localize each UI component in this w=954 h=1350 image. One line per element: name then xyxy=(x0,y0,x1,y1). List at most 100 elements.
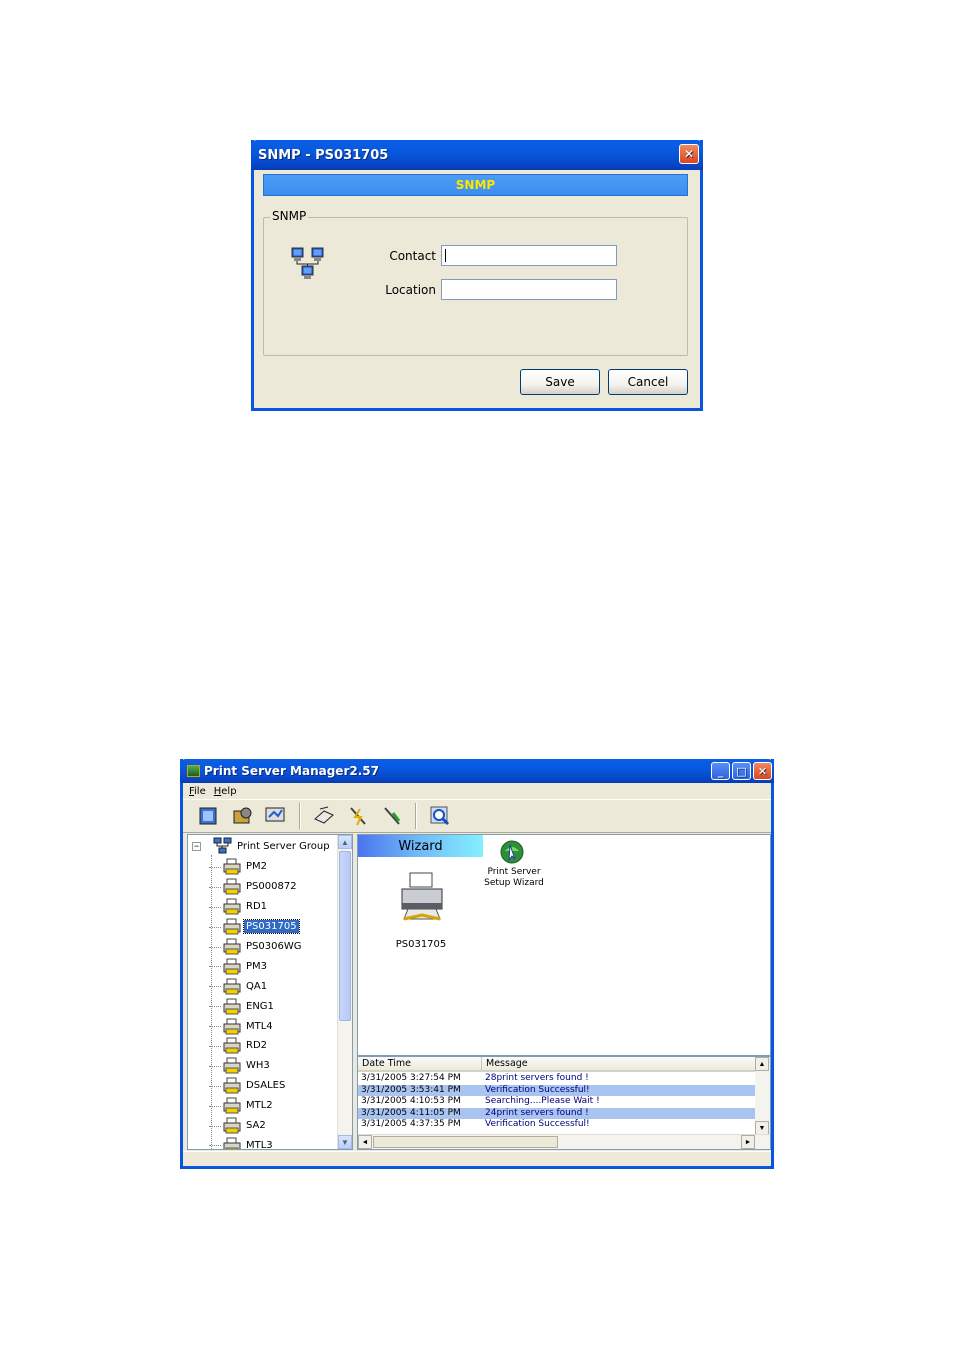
tree-item[interactable]: MTL3 xyxy=(209,1135,303,1149)
scroll-down-icon[interactable]: ▼ xyxy=(755,1121,769,1135)
setup-wizard-button[interactable] xyxy=(499,839,524,864)
psm-close-button[interactable]: ✕ xyxy=(753,762,772,780)
scroll-up-icon[interactable]: ▲ xyxy=(755,1057,769,1071)
tree-item-label: PM2 xyxy=(246,861,268,873)
tree-item[interactable]: ENG1 xyxy=(209,996,303,1016)
column-header-date[interactable]: Date Time xyxy=(358,1057,482,1070)
menu-help[interactable]: Help xyxy=(214,786,237,797)
log-vertical-scrollbar[interactable]: ▲ ▼ xyxy=(755,1057,770,1135)
tree-item[interactable]: SA2 xyxy=(209,1116,303,1136)
log-row[interactable]: 3/31/2005 3:53:41 PM Verification Success… xyxy=(358,1084,756,1097)
scroll-up-icon[interactable]: ▲ xyxy=(338,835,352,849)
close-button[interactable]: ✕ xyxy=(679,144,699,164)
tree-connector xyxy=(209,926,221,928)
server-tree[interactable]: − Print Server Group PM2 PS000872 RD1 PS031… xyxy=(187,834,353,1150)
tree-scrollbar[interactable]: ▲ ▼ xyxy=(337,835,352,1149)
log-row[interactable]: 3/31/2005 4:37:35 PM Verification Success… xyxy=(358,1119,756,1131)
log-message: 24print servers found ! xyxy=(485,1107,589,1118)
device-label: PS031705 xyxy=(395,939,447,950)
menu-bar: File Help xyxy=(183,783,771,799)
tree-item[interactable]: MTL2 xyxy=(209,1096,303,1116)
location-label: Location xyxy=(385,283,436,297)
log-time: 3/31/2005 4:37:35 PM xyxy=(361,1119,461,1130)
print-server-icon xyxy=(223,1097,241,1114)
print-server-icon xyxy=(223,898,241,915)
toolbar-search-button[interactable] xyxy=(425,803,455,829)
message-log[interactable]: Date Time Message 3/31/2005 3:27:54 PM 28… xyxy=(357,1056,771,1150)
tree-connector xyxy=(209,1085,221,1087)
psm-window-title: Print Server Manager2.57 xyxy=(204,764,379,778)
log-message: Verification Successful! xyxy=(485,1084,590,1095)
toolbar-connect-button[interactable] xyxy=(343,803,373,829)
tree-item[interactable]: DSALES xyxy=(209,1076,303,1096)
wizard-tab[interactable]: Wizard xyxy=(358,835,483,857)
tree-scroll-thumb[interactable] xyxy=(339,851,351,1021)
contact-input[interactable] xyxy=(441,245,617,266)
close-icon: ✕ xyxy=(683,147,695,161)
toolbar-monitor-button[interactable] xyxy=(261,803,291,829)
device-view: Wizard PS031705 Print Server Setup Wizar… xyxy=(357,834,771,1056)
print-server-icon xyxy=(223,998,241,1015)
tree-item-label: RD1 xyxy=(246,901,268,913)
toolbar-disconnect-button[interactable] xyxy=(377,803,407,829)
tree-connector xyxy=(209,886,221,888)
tree-connector xyxy=(209,1125,221,1127)
tree-root[interactable]: − Print Server Group xyxy=(192,837,330,855)
log-row[interactable]: 3/31/2005 4:10:53 PM Searching....Please … xyxy=(358,1096,756,1108)
tree-item[interactable]: MTL4 xyxy=(209,1016,303,1036)
tree-connector xyxy=(209,1006,221,1008)
print-server-device[interactable] xyxy=(396,871,448,926)
toolbar-printer-config-button[interactable] xyxy=(309,803,339,829)
minimize-icon: _ xyxy=(717,764,724,778)
maximize-button[interactable]: □ xyxy=(732,762,751,780)
toolbar-setup-button[interactable] xyxy=(227,803,257,829)
log-horizontal-scrollbar[interactable]: ◄ ► xyxy=(358,1134,770,1149)
print-server-icon xyxy=(223,1057,241,1074)
log-rows: 3/31/2005 3:27:54 PM 28print servers foun… xyxy=(358,1073,756,1131)
print-server-icon xyxy=(223,918,241,935)
snmp-banner: SNMP xyxy=(263,174,688,196)
tree-connector xyxy=(209,906,221,908)
tree-item[interactable]: QA1 xyxy=(209,976,303,996)
tree-connector xyxy=(209,1145,221,1147)
snmp-dialog-title: SNMP - PS031705 xyxy=(258,147,389,163)
print-server-icon xyxy=(223,1117,241,1134)
tree-item-label: ENG1 xyxy=(246,1000,274,1012)
close-icon: ✕ xyxy=(757,764,768,778)
scroll-left-icon[interactable]: ◄ xyxy=(358,1135,372,1149)
scroll-down-icon[interactable]: ▼ xyxy=(338,1135,352,1149)
wizard-icon xyxy=(500,840,524,864)
tree-list: PM2 PS000872 RD1 PS031705 PS0306WG PM3 QA1 ENG1… xyxy=(209,857,303,1149)
column-header-message[interactable]: Message xyxy=(482,1057,756,1070)
tree-item[interactable]: RD1 xyxy=(209,897,303,917)
tree-item[interactable]: RD2 xyxy=(209,1036,303,1056)
tree-item-label: RD2 xyxy=(246,1040,268,1052)
log-message: 28print servers found ! xyxy=(485,1073,589,1083)
log-row[interactable]: 3/31/2005 4:11:05 PM 24print servers foun… xyxy=(358,1107,756,1120)
snmp-dialog-title-bar[interactable]: SNMP - PS031705 ✕ xyxy=(251,140,703,170)
status-bar xyxy=(183,1151,771,1166)
cancel-button[interactable]: Cancel xyxy=(608,369,688,395)
menu-file[interactable]: File xyxy=(189,786,206,797)
tree-item[interactable]: WH3 xyxy=(209,1056,303,1076)
toolbar-properties-button[interactable] xyxy=(193,803,223,829)
tree-item[interactable]: PS031705 xyxy=(209,917,303,937)
minimize-button[interactable]: _ xyxy=(711,762,730,780)
tree-item[interactable]: PS000872 xyxy=(209,877,303,897)
log-row[interactable]: 3/31/2005 3:27:54 PM 28print servers foun… xyxy=(358,1073,756,1085)
network-computers-icon xyxy=(290,246,326,285)
tree-item[interactable]: PM2 xyxy=(209,857,303,877)
log-scroll-thumb[interactable] xyxy=(373,1136,558,1148)
tree-collapse-icon[interactable]: − xyxy=(192,841,201,851)
setup-icon xyxy=(233,807,252,824)
print-server-icon xyxy=(223,858,241,875)
tree-item[interactable]: PS0306WG xyxy=(209,937,303,957)
printer-icon xyxy=(401,872,443,921)
location-input[interactable] xyxy=(441,279,617,300)
scroll-right-icon[interactable]: ► xyxy=(741,1135,755,1149)
disconnect-icon xyxy=(384,807,401,825)
save-button[interactable]: Save xyxy=(520,369,600,395)
tree-item[interactable]: PM3 xyxy=(209,956,303,976)
psm-title-bar[interactable]: Print Server Manager2.57 _ □ ✕ xyxy=(180,759,774,783)
server-group-icon xyxy=(213,837,232,854)
